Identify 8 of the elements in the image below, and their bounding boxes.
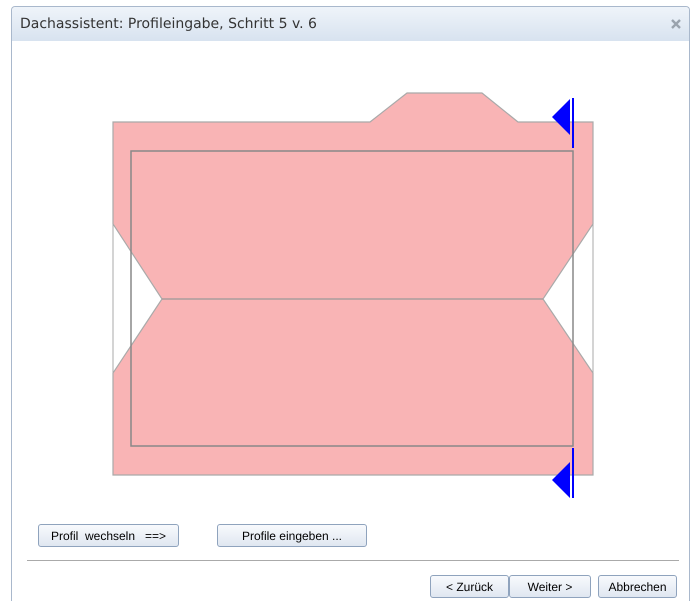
switch-profile-button[interactable]: Profil wechseln ==>: [38, 524, 179, 547]
back-button[interactable]: < Zurück: [430, 575, 509, 598]
section-marker-icon[interactable]: [552, 98, 574, 148]
section-marker-icon[interactable]: [552, 448, 574, 498]
next-button[interactable]: Weiter >: [509, 575, 591, 598]
cancel-button[interactable]: Abbrechen: [598, 575, 677, 598]
enter-profiles-button[interactable]: Profile eingeben ...: [217, 524, 367, 547]
window-title: Dachassistent: Profileingabe, Schritt 5 v. 6: [20, 16, 317, 32]
